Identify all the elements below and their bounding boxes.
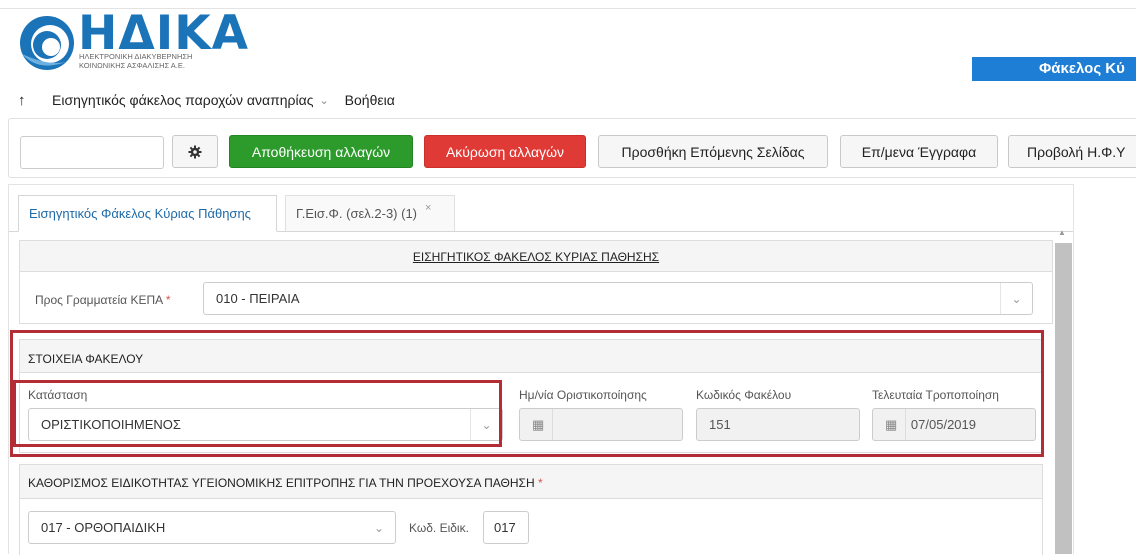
specialty-code-field[interactable]: 017	[483, 511, 529, 544]
logo: ΗΔΙΚΑ ΗΛΕΚΤΡΟΝΙΚΗ ΔΙΑΚΥΒΕΡΝΗΣΗ ΚΟΙΝΩΝΙΚΗ…	[18, 10, 258, 80]
chevron-down-icon: ⌄	[1000, 283, 1032, 314]
tab-page-2-3[interactable]: Γ.Εισ.Φ. (σελ.2-3) (1) ×	[285, 195, 455, 232]
logo-swirl-icon	[20, 16, 74, 70]
next-documents-button[interactable]: Επ/μενα Έγγραφα	[840, 135, 998, 168]
gear-icon	[188, 145, 202, 158]
logo-title: ΗΔΙΚΑ	[78, 6, 249, 61]
scroll-up-icon[interactable]: ▲	[1058, 228, 1066, 237]
secretariat-select[interactable]: 010 - ΠΕΙΡΑΙΑ ⌄	[203, 282, 1033, 315]
cancel-changes-button[interactable]: Ακύρωση αλλαγών	[424, 135, 586, 168]
tab-main-folder[interactable]: Εισηγητικός Φάκελος Κύριας Πάθησης	[18, 195, 277, 232]
toolbar: Αποθήκευση αλλαγών Ακύρωση αλλαγών Προσθ…	[8, 118, 1136, 178]
required-mark: *	[165, 293, 171, 307]
highlight-status-field	[13, 380, 502, 447]
view-hfy-button[interactable]: Προβολή Η.Φ.Υ	[1008, 135, 1136, 168]
page-title-bar: Φάκελος Κύ	[972, 57, 1136, 81]
up-arrow-icon[interactable]: ↑	[18, 92, 32, 109]
logo-subtitle: ΗΛΕΚΤΡΟΝΙΚΗ ΔΙΑΚΥΒΕΡΝΗΣΗ ΚΟΙΝΩΝΙΚΗΣ ΑΣΦΑ…	[79, 52, 269, 70]
chevron-down-icon[interactable]: ⌄	[319, 94, 328, 107]
menu-item-disability-folder[interactable]: Εισηγητικός φάκελος παροχών αναπηρίας	[52, 92, 313, 108]
tab-label: Γ.Εισ.Φ. (σελ.2-3) (1)	[296, 206, 418, 221]
main-folder-panel: ΕΙΣΗΓΗΤΙΚΟΣ ΦΑΚΕΛΟΣ ΚΥΡΙΑΣ ΠΑΘΗΣΗΣ Προς …	[19, 240, 1053, 324]
panel-header: ΚΑΘΟΡΙΣΜΟΣ ΕΙΔΙΚΟΤΗΤΑΣ ΥΓΕΙΟΝΟΜΙΚΗΣ ΕΠΙΤ…	[20, 465, 1042, 499]
specialty-code-label: Κωδ. Ειδικ.	[409, 521, 469, 535]
required-mark: *	[538, 476, 543, 490]
logo-subtitle-line1: ΗΛΕΚΤΡΟΝΙΚΗ ΔΙΑΚΥΒΕΡΝΗΣΗ	[79, 52, 193, 61]
main-folder-title: ΕΙΣΗΓΗΤΙΚΟΣ ΦΑΚΕΛΟΣ ΚΥΡΙΑΣ ΠΑΘΗΣΗΣ	[412, 250, 660, 264]
specialty-panel: ΚΑΘΟΡΙΣΜΟΣ ΕΙΔΙΚΟΤΗΤΑΣ ΥΓΕΙΟΝΟΜΙΚΗΣ ΕΠΙΤ…	[19, 464, 1043, 555]
menu-item-help[interactable]: Βοήθεια	[345, 92, 395, 108]
add-next-page-button[interactable]: Προσθήκη Επόμενης Σελίδας	[598, 135, 828, 168]
save-changes-button[interactable]: Αποθήκευση αλλαγών	[229, 135, 413, 168]
tab-label: Εισηγητικός Φάκελος Κύριας Πάθησης	[29, 206, 251, 221]
search-input[interactable]	[20, 136, 164, 169]
specialty-section-title: ΚΑΘΟΡΙΣΜΟΣ ΕΙΔΙΚΟΤΗΤΑΣ ΥΓΕΙΟΝΟΜΙΚΗΣ ΕΠΙΤ…	[28, 476, 535, 490]
scrollbar-thumb[interactable]	[1055, 243, 1072, 554]
specialty-select[interactable]: 017 - ΟΡΘΟΠΑΙΔΙΚΗ ⌄	[28, 511, 396, 544]
chevron-down-icon: ⌄	[373, 520, 385, 535]
settings-button[interactable]	[172, 135, 218, 168]
secretariat-label: Προς Γραμματεία ΚΕΠΑ *	[35, 293, 171, 307]
menu-bar: ↑ Εισηγητικός φάκελος παροχών αναπηρίας …	[18, 89, 395, 111]
logo-subtitle-line2: ΚΟΙΝΩΝΙΚΗΣ ΑΣΦΑΛΙΣΗΣ Α.Ε.	[79, 61, 185, 70]
panel-header: ΕΙΣΗΓΗΤΙΚΟΣ ΦΑΚΕΛΟΣ ΚΥΡΙΑΣ ΠΑΘΗΣΗΣ	[20, 241, 1052, 272]
close-icon[interactable]: ×	[425, 202, 431, 214]
